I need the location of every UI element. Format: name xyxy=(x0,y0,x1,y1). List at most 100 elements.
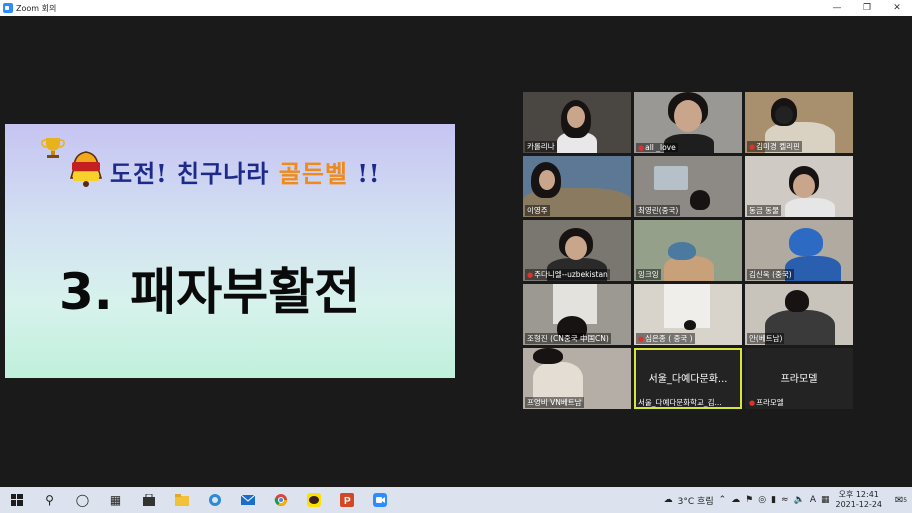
file-explorer-icon[interactable] xyxy=(165,487,198,513)
chrome-icon[interactable] xyxy=(264,487,297,513)
participant-video xyxy=(793,174,815,198)
participant-video xyxy=(668,242,696,260)
participant-video xyxy=(533,362,583,402)
participant-tile[interactable]: 최영린(중국) xyxy=(634,156,742,217)
close-icon[interactable]: ✕ xyxy=(882,0,912,16)
participant-tile[interactable]: 잉크잉 xyxy=(634,220,742,281)
participant-name: 최영린(중국) xyxy=(636,205,681,216)
participant-name: 서울_다예다문화학교_김... xyxy=(638,398,722,407)
participant-video xyxy=(684,320,696,330)
participant-tile[interactable]: ●주다니엘--uzbekistan xyxy=(523,220,631,281)
volume-icon[interactable]: 🔈 xyxy=(794,495,805,505)
clock-date: 2021-12-24 xyxy=(835,500,883,509)
slide-heading: 도전! 친구나라 골든벨 !! xyxy=(110,154,380,189)
participant-video xyxy=(775,106,793,124)
participant-video xyxy=(674,100,702,132)
participant-tile[interactable]: 이영주 xyxy=(523,156,631,217)
zoom-icon[interactable] xyxy=(363,487,396,513)
participant-name: ●프라모엘 xyxy=(749,398,784,407)
participant-tile[interactable]: 프엉비 VN베트남 xyxy=(523,348,631,409)
search-icon[interactable]: ⚲ xyxy=(33,487,66,513)
participant-name: 동금 동물 xyxy=(747,205,781,216)
participant-name: ●김미경 켈리핀 xyxy=(747,141,802,152)
clock[interactable]: 오후 12:41 2021-12-24 xyxy=(836,490,883,510)
mic-muted-icon: ● xyxy=(638,335,645,343)
meeting-area: 도전! 친구나라 골든벨 !! 3. 패자부활전 카롤리나 ●all _love… xyxy=(0,16,912,487)
notification-icon[interactable]: ✉ 5 xyxy=(890,487,912,513)
battery-icon[interactable]: ▮ xyxy=(771,495,776,505)
mic-muted-icon: ● xyxy=(749,143,756,151)
mic-muted-icon: ● xyxy=(638,144,645,152)
participant-video xyxy=(690,190,710,210)
powerpoint-icon[interactable]: P xyxy=(330,487,363,513)
weather-icon[interactable]: ☁ xyxy=(664,495,673,505)
trophy-icon xyxy=(41,138,65,158)
participant-name: ●심은종 ( 중국 ) xyxy=(636,333,695,344)
ime-indicator[interactable]: A xyxy=(810,495,816,505)
onedrive-icon[interactable]: ☁ xyxy=(731,495,740,505)
weather-text[interactable]: 3°C 흐림 xyxy=(678,494,714,507)
network-icon[interactable]: ≈ xyxy=(781,495,789,505)
participant-tile[interactable]: ●심은종 ( 중국 ) xyxy=(634,284,742,345)
heading-highlight: 골든벨 xyxy=(278,159,348,188)
chevron-up-icon[interactable]: ⌃ xyxy=(719,495,727,505)
start-icon[interactable] xyxy=(0,487,33,513)
cortana-icon[interactable]: ◯ xyxy=(66,487,99,513)
microphone-icon[interactable]: ◎ xyxy=(758,495,766,505)
participant-tile[interactable]: 동금 동물 xyxy=(745,156,853,217)
store-icon[interactable] xyxy=(132,487,165,513)
shared-screen: 도전! 친구나라 골든벨 !! 3. 패자부활전 xyxy=(5,124,455,378)
participant-tile[interactable]: 조형진 (CN중국 中国CN) xyxy=(523,284,631,345)
participant-video xyxy=(654,166,688,190)
ime-mode-icon[interactable]: ▦ xyxy=(821,495,830,505)
participant-name: 잉크잉 xyxy=(636,269,661,280)
participant-name: ●주다니엘--uzbekistan xyxy=(525,269,610,280)
participant-tile[interactable]: 카롤리나 xyxy=(523,92,631,153)
system-tray: ☁ 3°C 흐림 ⌃ ☁ ⚑ ◎ ▮ ≈ 🔈 A ▦ 오후 12:41 2021… xyxy=(664,487,912,513)
svg-text:P: P xyxy=(344,496,351,507)
edge-icon[interactable] xyxy=(198,487,231,513)
participant-name: 안(베트남) xyxy=(747,333,785,344)
kakaotalk-icon[interactable] xyxy=(297,487,330,513)
participant-video xyxy=(785,290,809,312)
participant-tile[interactable]: ●김미경 켈리핀 xyxy=(745,92,853,153)
mic-muted-icon: ● xyxy=(749,399,756,407)
task-view-icon[interactable]: ▦ xyxy=(99,487,132,513)
participant-tile[interactable]: 프라모델 ●프라모엘 xyxy=(745,348,853,409)
notification-count: 5 xyxy=(903,496,908,504)
slide-subtitle: 3. 패자부활전 xyxy=(59,263,361,321)
participant-name: ●all _love xyxy=(636,143,678,152)
tray-icons: ☁ 3°C 흐림 ⌃ ☁ ⚑ ◎ ▮ ≈ 🔈 A ▦ xyxy=(664,494,830,507)
participant-video xyxy=(785,198,835,217)
participant-video xyxy=(567,106,585,128)
participant-name: 김신욱 (중국) xyxy=(747,269,794,280)
participant-video xyxy=(789,228,823,256)
participant-tile-active-speaker[interactable]: 서울_다예다문화... 서울_다예다문화학교_김... xyxy=(634,348,742,409)
participant-name: 이영주 xyxy=(525,205,550,216)
mail-icon[interactable] xyxy=(231,487,264,513)
minimize-icon[interactable]: — xyxy=(822,0,852,16)
participant-name: 프엉비 VN베트남 xyxy=(525,397,584,408)
participant-video xyxy=(664,256,714,281)
golden-bell-logo xyxy=(69,151,103,187)
participant-video xyxy=(539,170,555,190)
mic-muted-icon: ● xyxy=(527,271,534,279)
participant-tile[interactable]: ●all _love xyxy=(634,92,742,153)
participant-center-label: 프라모델 xyxy=(780,374,818,385)
participant-name: 카롤리나 xyxy=(525,141,557,152)
clock-time: 오후 12:41 xyxy=(838,490,879,499)
participant-tile[interactable]: 김신욱 (중국) xyxy=(745,220,853,281)
taskbar: ⚲ ◯ ▦ P ☁ 3°C 흐림 ⌃ ☁ ⚑ ◎ ▮ ≈ 🔈 A ▦ 오후 12… xyxy=(0,487,912,513)
security-icon[interactable]: ⚑ xyxy=(745,495,753,505)
title-bar: Zoom 회의 — ❐ ✕ xyxy=(0,0,912,16)
window-controls: — ❐ ✕ xyxy=(822,0,912,16)
restore-icon[interactable]: ❐ xyxy=(852,0,882,16)
participant-video xyxy=(533,348,563,364)
window-title: Zoom 회의 xyxy=(16,3,57,13)
participant-name: 조형진 (CN중국 中国CN) xyxy=(525,333,611,344)
participant-tile[interactable]: 안(베트남) xyxy=(745,284,853,345)
heading-exclaim: !! xyxy=(347,159,381,188)
participant-center-label: 서울_다예다문화... xyxy=(648,374,728,385)
zoom-app-icon xyxy=(3,3,13,13)
participant-video xyxy=(565,236,587,260)
